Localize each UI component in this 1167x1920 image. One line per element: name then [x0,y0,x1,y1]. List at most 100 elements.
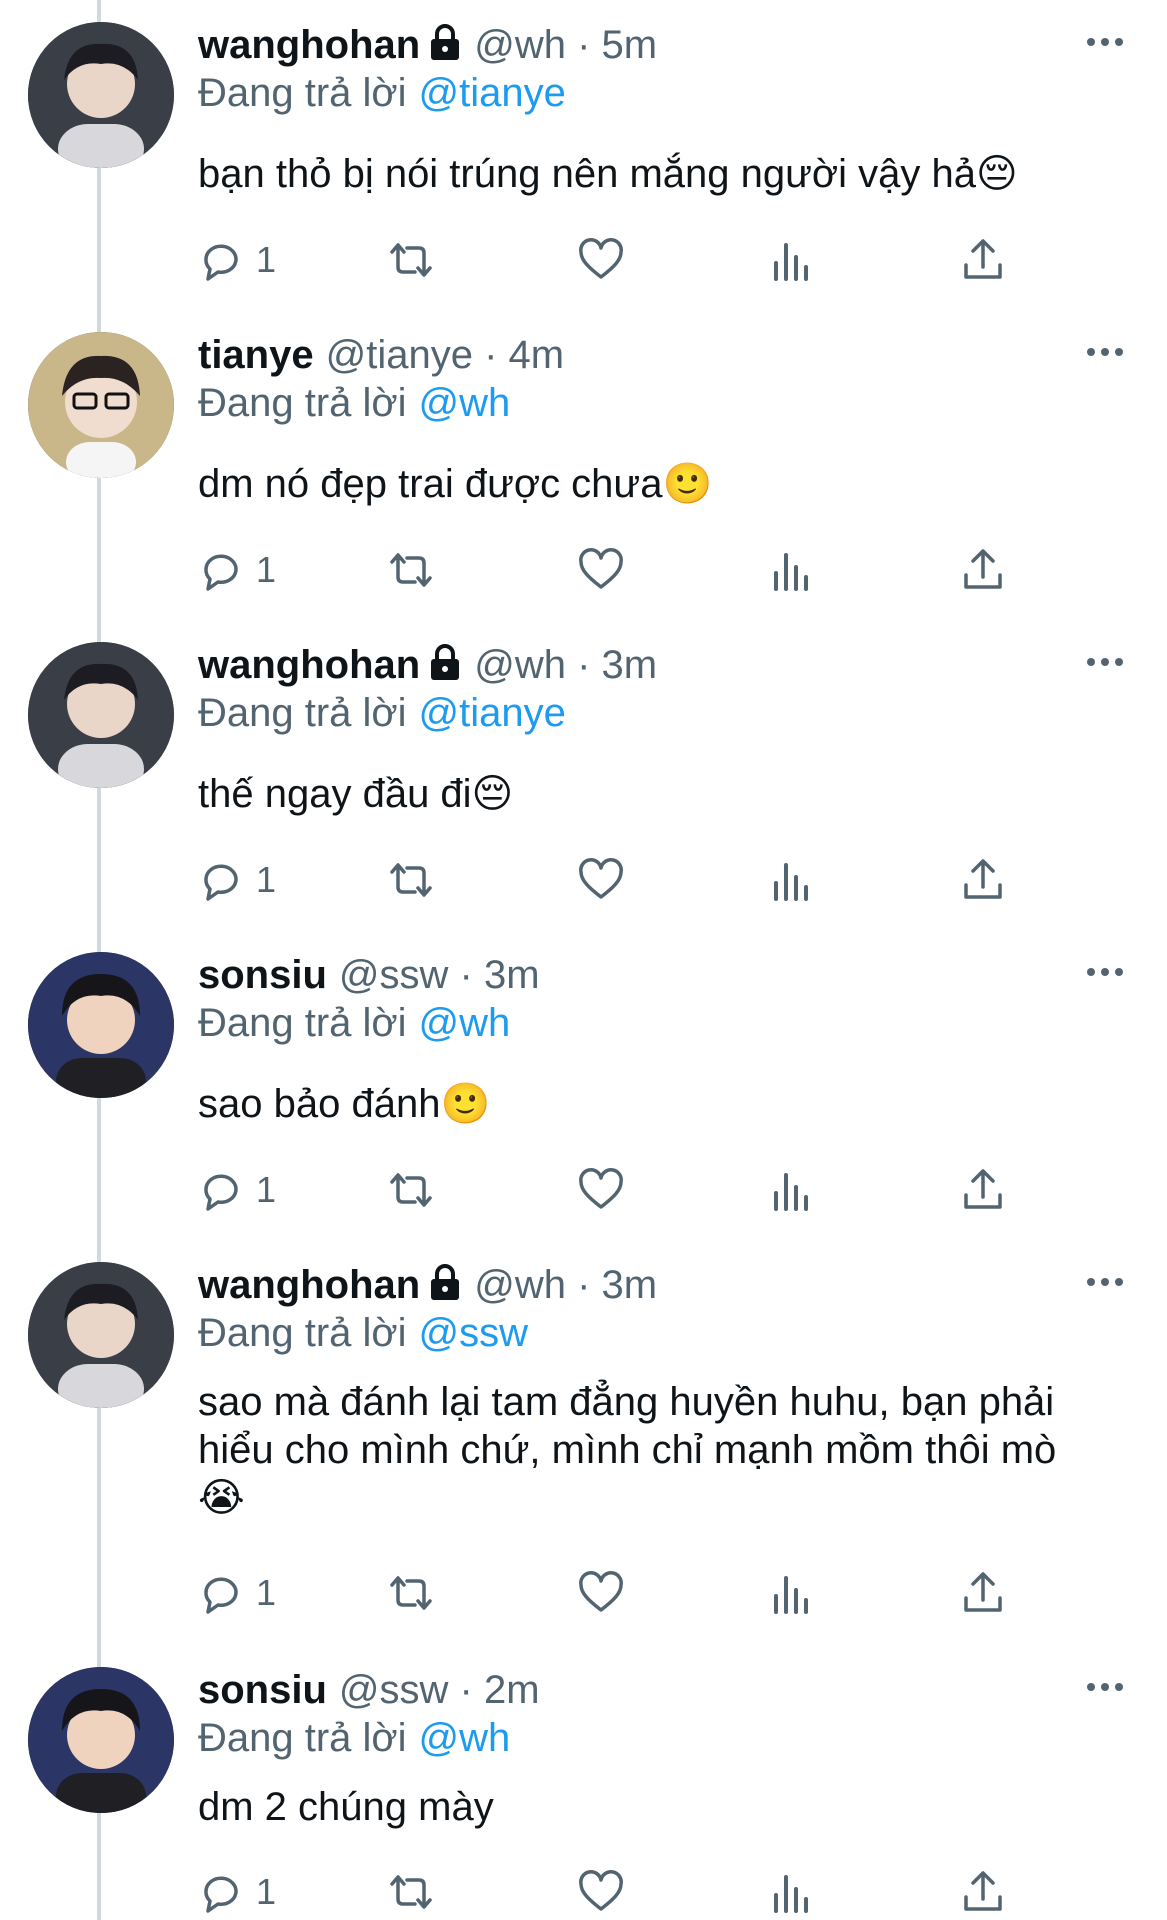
mention-link[interactable]: @tianye [419,71,566,115]
mention-link[interactable]: @wh [419,1716,511,1760]
share-button[interactable] [960,1568,1006,1618]
action-bar: 1 [198,1165,1058,1215]
separator: · [577,643,591,687]
reply-button[interactable]: 1 [198,855,276,905]
share-button[interactable] [960,1867,1006,1917]
display-name[interactable]: wanghohan [198,23,420,67]
like-button[interactable] [578,1568,624,1618]
views-button[interactable] [768,1867,814,1917]
action-bar: 1 [198,1867,1058,1917]
timestamp[interactable]: 3m [602,643,658,687]
views-button[interactable] [768,1568,814,1618]
timestamp[interactable]: 2m [484,1668,540,1712]
reply-button[interactable]: 1 [198,235,276,285]
more-icon[interactable] [1085,654,1125,670]
more-icon[interactable] [1085,964,1125,980]
like-button[interactable] [578,545,624,595]
replying-to-label: Đang trả lời [198,1716,407,1760]
display-name[interactable]: sonsiu [198,1668,327,1712]
tweet-text: sao bảo đánh🙂 [198,1082,491,1126]
avatar[interactable] [28,332,174,478]
reply-icon [204,1577,238,1614]
like-button[interactable] [578,1867,624,1917]
replying-to-label: Đang trả lời [198,1001,407,1045]
share-button[interactable] [960,235,1006,285]
retweet-button[interactable] [388,1867,434,1917]
action-bar: 1 [198,855,1058,905]
handle[interactable]: @wh [474,643,566,687]
retweet-icon [390,1576,432,1610]
avatar[interactable] [28,952,174,1098]
tweet-text: thế ngay đầu đi😔 [198,772,514,816]
reply-button[interactable]: 1 [198,1867,276,1917]
replying-to-label: Đang trả lời [198,691,407,735]
like-icon [579,858,623,899]
retweet-icon [390,1875,432,1909]
views-button[interactable] [768,855,814,905]
views-icon [774,1875,808,1913]
reply-icon [204,244,238,281]
action-bar: 1 [198,235,1058,285]
reply-icon [204,554,238,591]
retweet-button[interactable] [388,545,434,595]
lock-icon [431,24,460,60]
retweet-button[interactable] [388,1568,434,1618]
display-name[interactable]: wanghohan [198,643,420,687]
display-name[interactable]: wanghohan [198,1263,420,1307]
share-button[interactable] [960,855,1006,905]
lock-icon [431,1264,460,1300]
separator: · [577,23,591,67]
display-name[interactable]: tianye [198,333,314,377]
display-name[interactable]: sonsiu [198,953,327,997]
reply-button[interactable]: 1 [198,1568,276,1618]
like-button[interactable] [578,1165,624,1215]
share-button[interactable] [960,545,1006,595]
like-button[interactable] [578,235,624,285]
avatar[interactable] [28,22,174,168]
timestamp[interactable]: 5m [602,23,658,67]
share-button[interactable] [960,1165,1006,1215]
timestamp[interactable]: 3m [484,953,540,997]
retweet-button[interactable] [388,855,434,905]
reply-count: 1 [256,239,277,280]
share-icon [964,1572,1002,1612]
mention-link[interactable]: @ssw [419,1311,529,1355]
handle[interactable]: @wh [474,1263,566,1307]
handle[interactable]: @ssw [339,1668,449,1712]
handle[interactable]: @wh [474,23,566,67]
mention-link[interactable]: @wh [419,381,511,425]
reply-button[interactable]: 1 [198,1165,276,1215]
retweet-button[interactable] [388,1165,434,1215]
like-button[interactable] [578,855,624,905]
avatar[interactable] [28,642,174,788]
views-button[interactable] [768,235,814,285]
reply-count: 1 [256,1871,277,1912]
views-button[interactable] [768,545,814,595]
timestamp[interactable]: 4m [509,333,565,377]
retweet-button[interactable] [388,235,434,285]
more-icon[interactable] [1085,1679,1125,1695]
views-button[interactable] [768,1165,814,1215]
tweet-text: dm 2 chúng mày [198,1785,494,1829]
action-bar: 1 [198,1568,1058,1618]
more-icon[interactable] [1085,34,1125,50]
share-icon [964,239,1002,279]
avatar[interactable] [28,1667,174,1813]
reply-icon [204,864,238,901]
mention-link[interactable]: @wh [419,1001,511,1045]
mention-link[interactable]: @tianye [419,691,566,735]
reply-button[interactable]: 1 [198,545,276,595]
share-icon [964,1169,1002,1209]
avatar[interactable] [28,1262,174,1408]
handle[interactable]: @ssw [339,953,449,997]
retweet-icon [390,553,432,587]
views-icon [774,1173,808,1211]
views-icon [774,1576,808,1614]
separator: · [459,1668,473,1712]
handle[interactable]: @tianye [326,333,473,377]
timestamp[interactable]: 3m [602,1263,658,1307]
more-icon[interactable] [1085,344,1125,360]
like-icon [579,548,623,589]
reply-count: 1 [256,859,277,900]
more-icon[interactable] [1085,1274,1125,1290]
